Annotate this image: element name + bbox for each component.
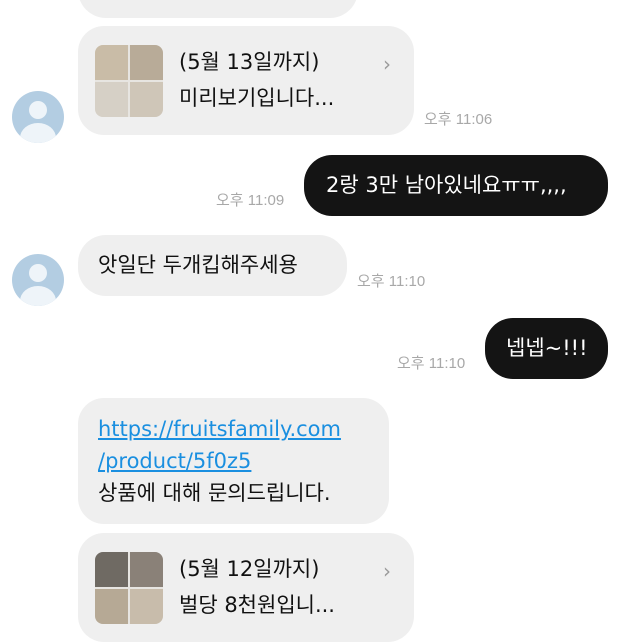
timestamp: 오후 11:06 [424,111,493,128]
message-text: 상품에 대해 문의드립니다. [98,481,331,505]
message-text: 넵넵~!!! [506,336,588,360]
message-text: 앗일단 두개킵해주세용 [98,253,298,277]
outgoing-message[interactable]: 2랑 3만 남아있네요ㅠㅠ,,,, [304,155,608,216]
incoming-message[interactable]: 앗일단 두개킵해주세용 [78,235,347,296]
timestamp: 오후 11:10 [357,273,426,290]
card-1-title: (5월 13일까지) [179,50,320,74]
outgoing-message[interactable]: 넵넵~!!! [485,318,608,379]
product-card-1[interactable]: (5월 13일까지) 미리보기입니다... › [78,26,414,135]
timestamp: 오후 11:09 [216,192,285,209]
message-text: 2랑 3만 남아있네요ㅠㅠ,,,, [326,173,567,197]
card-1-subtitle: 미리보기입니다... [179,86,335,110]
chevron-right-icon: › [383,52,391,76]
product-link-path[interactable]: /product/5f0z5 [98,449,251,473]
card-2-title: (5월 12일까지) [179,557,320,581]
product-thumbnail-1 [95,45,163,117]
avatar-icon[interactable] [12,254,64,306]
previous-message-bubble[interactable] [78,0,358,18]
product-thumbnail-2 [95,552,163,624]
link-message[interactable]: https://fruitsfamily.com /product/5f0z5 … [78,398,389,524]
timestamp: 오후 11:10 [397,355,466,372]
chevron-right-icon: › [383,559,391,583]
avatar-icon[interactable] [12,91,64,143]
product-card-2[interactable]: (5월 12일까지) 벌당 8천원입니... › [78,533,414,642]
product-link[interactable]: https://fruitsfamily.com [98,417,341,441]
card-2-subtitle: 벌당 8천원입니... [179,593,335,617]
